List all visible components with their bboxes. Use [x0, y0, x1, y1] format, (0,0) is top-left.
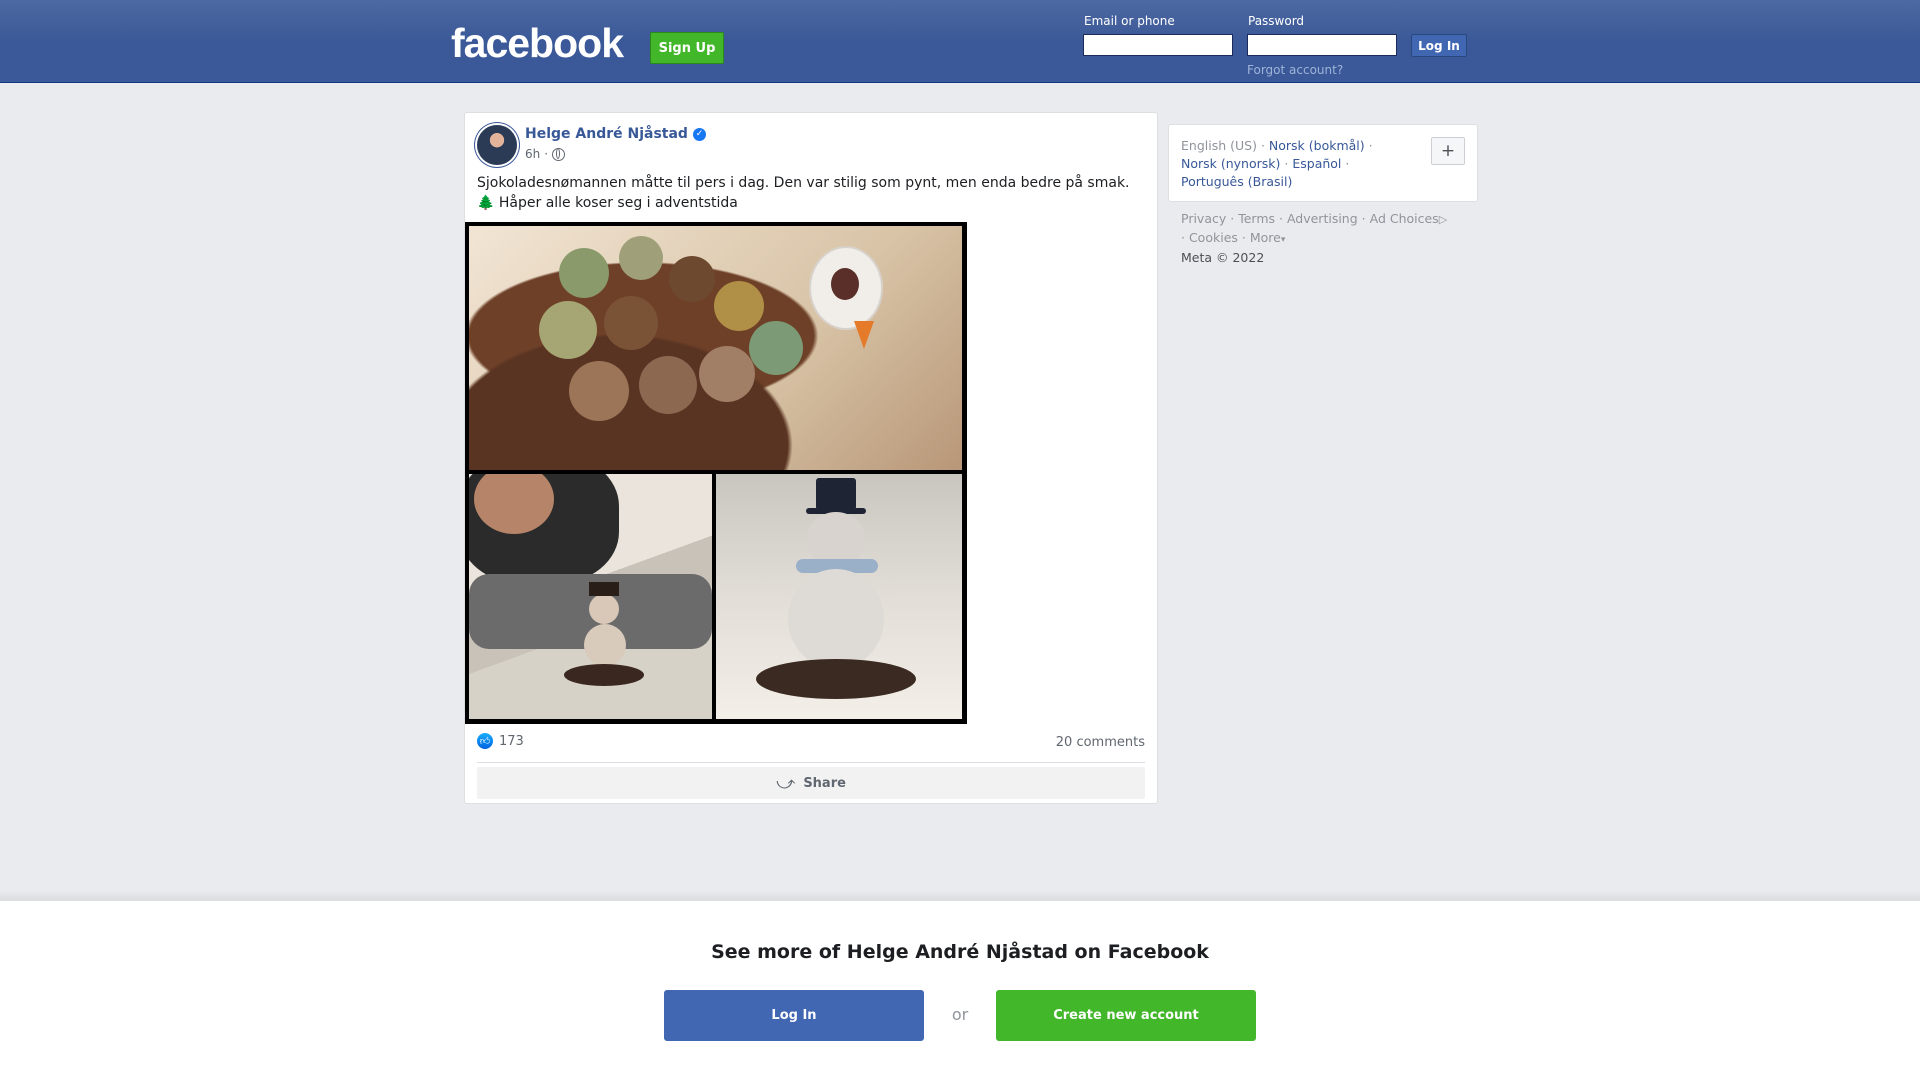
- add-language-button[interactable]: +: [1431, 137, 1465, 165]
- author-name[interactable]: Helge André Njåstad: [525, 126, 688, 142]
- photo-detail: [756, 659, 916, 699]
- post-text-line-1: Sjokoladesnømannen måtte til pers i dag.…: [477, 175, 1130, 191]
- separator: ·: [1260, 138, 1269, 153]
- photo-detail: [639, 356, 697, 414]
- email-input[interactable]: [1083, 34, 1233, 56]
- photo-detail: [539, 301, 597, 359]
- language-list: English (US) · Norsk (bokmål) · Norsk (n…: [1181, 137, 1401, 191]
- caret-down-icon: ▾: [1280, 235, 1286, 245]
- tree-emoji: 🌲: [477, 195, 495, 211]
- facebook-logo[interactable]: facebook: [451, 20, 624, 67]
- footer-copyright: Meta © 2022: [1181, 250, 1265, 265]
- top-bar: facebook Sign Up Email or phone Password…: [0, 0, 1920, 83]
- photo-grid: [465, 222, 967, 724]
- post-meta: 6h ·: [525, 147, 566, 161]
- photo-detail: [589, 594, 619, 624]
- photo-detail: [589, 582, 619, 596]
- photo-detail: [831, 268, 859, 300]
- signup-button[interactable]: Sign Up: [650, 32, 724, 64]
- photo-detail: [788, 569, 884, 669]
- author-avatar[interactable]: [477, 125, 517, 165]
- language-link-espanol[interactable]: Español: [1292, 156, 1341, 171]
- password-label: Password: [1248, 14, 1305, 28]
- share-label: Share: [803, 775, 846, 791]
- bottom-shadow: [0, 890, 1920, 900]
- post-text: Sjokoladesnømannen måtte til pers i dag.…: [477, 173, 1147, 213]
- separator: ·: [1241, 230, 1250, 245]
- photo-man-cutting-snowman[interactable]: [469, 474, 712, 719]
- language-link-norsk-bokmal[interactable]: Norsk (bokmål): [1269, 138, 1365, 153]
- separator: ·: [1181, 230, 1189, 245]
- comments-count-link[interactable]: 20 comments: [1056, 735, 1145, 750]
- share-button[interactable]: ⤻ Share: [477, 767, 1145, 799]
- photo-detail: [669, 256, 715, 302]
- like-icon: 👍︎: [477, 733, 493, 749]
- photo-detail: [854, 321, 874, 349]
- language-selector-box: English (US) · Norsk (bokmål) · Norsk (n…: [1168, 124, 1478, 202]
- footer-privacy-link[interactable]: Privacy: [1181, 211, 1226, 226]
- footer-adchoices-link[interactable]: Ad Choices▷: [1370, 211, 1448, 226]
- language-link-norsk-nynorsk[interactable]: Norsk (nynorsk): [1181, 156, 1280, 171]
- footer-more-link[interactable]: More▾: [1250, 230, 1286, 245]
- post-text-line-2: 🌲 Håper alle koser seg i adventstida: [477, 193, 1147, 213]
- reactions-summary[interactable]: 👍︎ 173: [477, 733, 524, 749]
- language-link-portugues[interactable]: Português (Brasil): [1181, 174, 1292, 189]
- separator: ·: [1230, 211, 1239, 226]
- footer-advertising-link[interactable]: Advertising: [1287, 211, 1358, 226]
- email-label: Email or phone: [1084, 14, 1175, 28]
- footer-terms-link[interactable]: Terms: [1238, 211, 1275, 226]
- photo-detail: [749, 321, 803, 375]
- globe-icon: [552, 147, 566, 161]
- separator: ·: [1279, 211, 1287, 226]
- password-input[interactable]: [1247, 34, 1397, 56]
- photo-detail: [604, 296, 658, 350]
- author-name-row: Helge André Njåstad ✓: [525, 126, 706, 142]
- language-current: English (US): [1181, 138, 1257, 153]
- post-card: Helge André Njåstad ✓ 6h · Sjokoladesnøm…: [464, 112, 1158, 804]
- photo-detail: [699, 346, 755, 402]
- meta-separator: ·: [544, 147, 549, 161]
- separator: ·: [1345, 156, 1350, 171]
- verified-icon: ✓: [692, 127, 706, 141]
- reactions-count: 173: [499, 733, 524, 749]
- footer-more-label: More: [1249, 230, 1281, 245]
- footer-links: Privacy · Terms · Advertising · Ad Choic…: [1181, 210, 1481, 267]
- post-text-line-2-text: Håper alle koser seg i adventstida: [498, 195, 738, 211]
- photo-detail: [816, 478, 856, 510]
- forgot-account-link[interactable]: Forgot account?: [1247, 63, 1343, 77]
- login-prompt-title: See more of Helge André Njåstad on Faceb…: [711, 941, 1209, 963]
- photo-detail: [559, 248, 609, 298]
- photo-detail: [564, 664, 644, 686]
- post-time[interactable]: 6h: [525, 147, 540, 161]
- or-text: or: [951, 1005, 969, 1024]
- divider: [477, 762, 1145, 763]
- overlay-login-button[interactable]: Log In: [664, 990, 924, 1041]
- adchoices-icon: ▷: [1438, 213, 1448, 226]
- photo-detail: [569, 361, 629, 421]
- photo-chocolate-snowman[interactable]: [716, 474, 962, 719]
- photo-chocolate-balls[interactable]: [469, 226, 962, 470]
- create-account-button[interactable]: Create new account: [996, 990, 1256, 1041]
- photo-detail: [584, 624, 626, 666]
- photo-detail: [619, 236, 663, 280]
- footer-adchoices-label: Ad Choices: [1369, 211, 1439, 226]
- login-prompt-overlay: See more of Helge André Njåstad on Faceb…: [0, 900, 1920, 1081]
- footer-cookies-link[interactable]: Cookies: [1189, 230, 1238, 245]
- separator: ·: [1368, 138, 1373, 153]
- share-icon: ⤻: [776, 772, 796, 794]
- photo-detail: [714, 281, 764, 331]
- login-button[interactable]: Log In: [1411, 34, 1467, 57]
- separator: ·: [1361, 211, 1370, 226]
